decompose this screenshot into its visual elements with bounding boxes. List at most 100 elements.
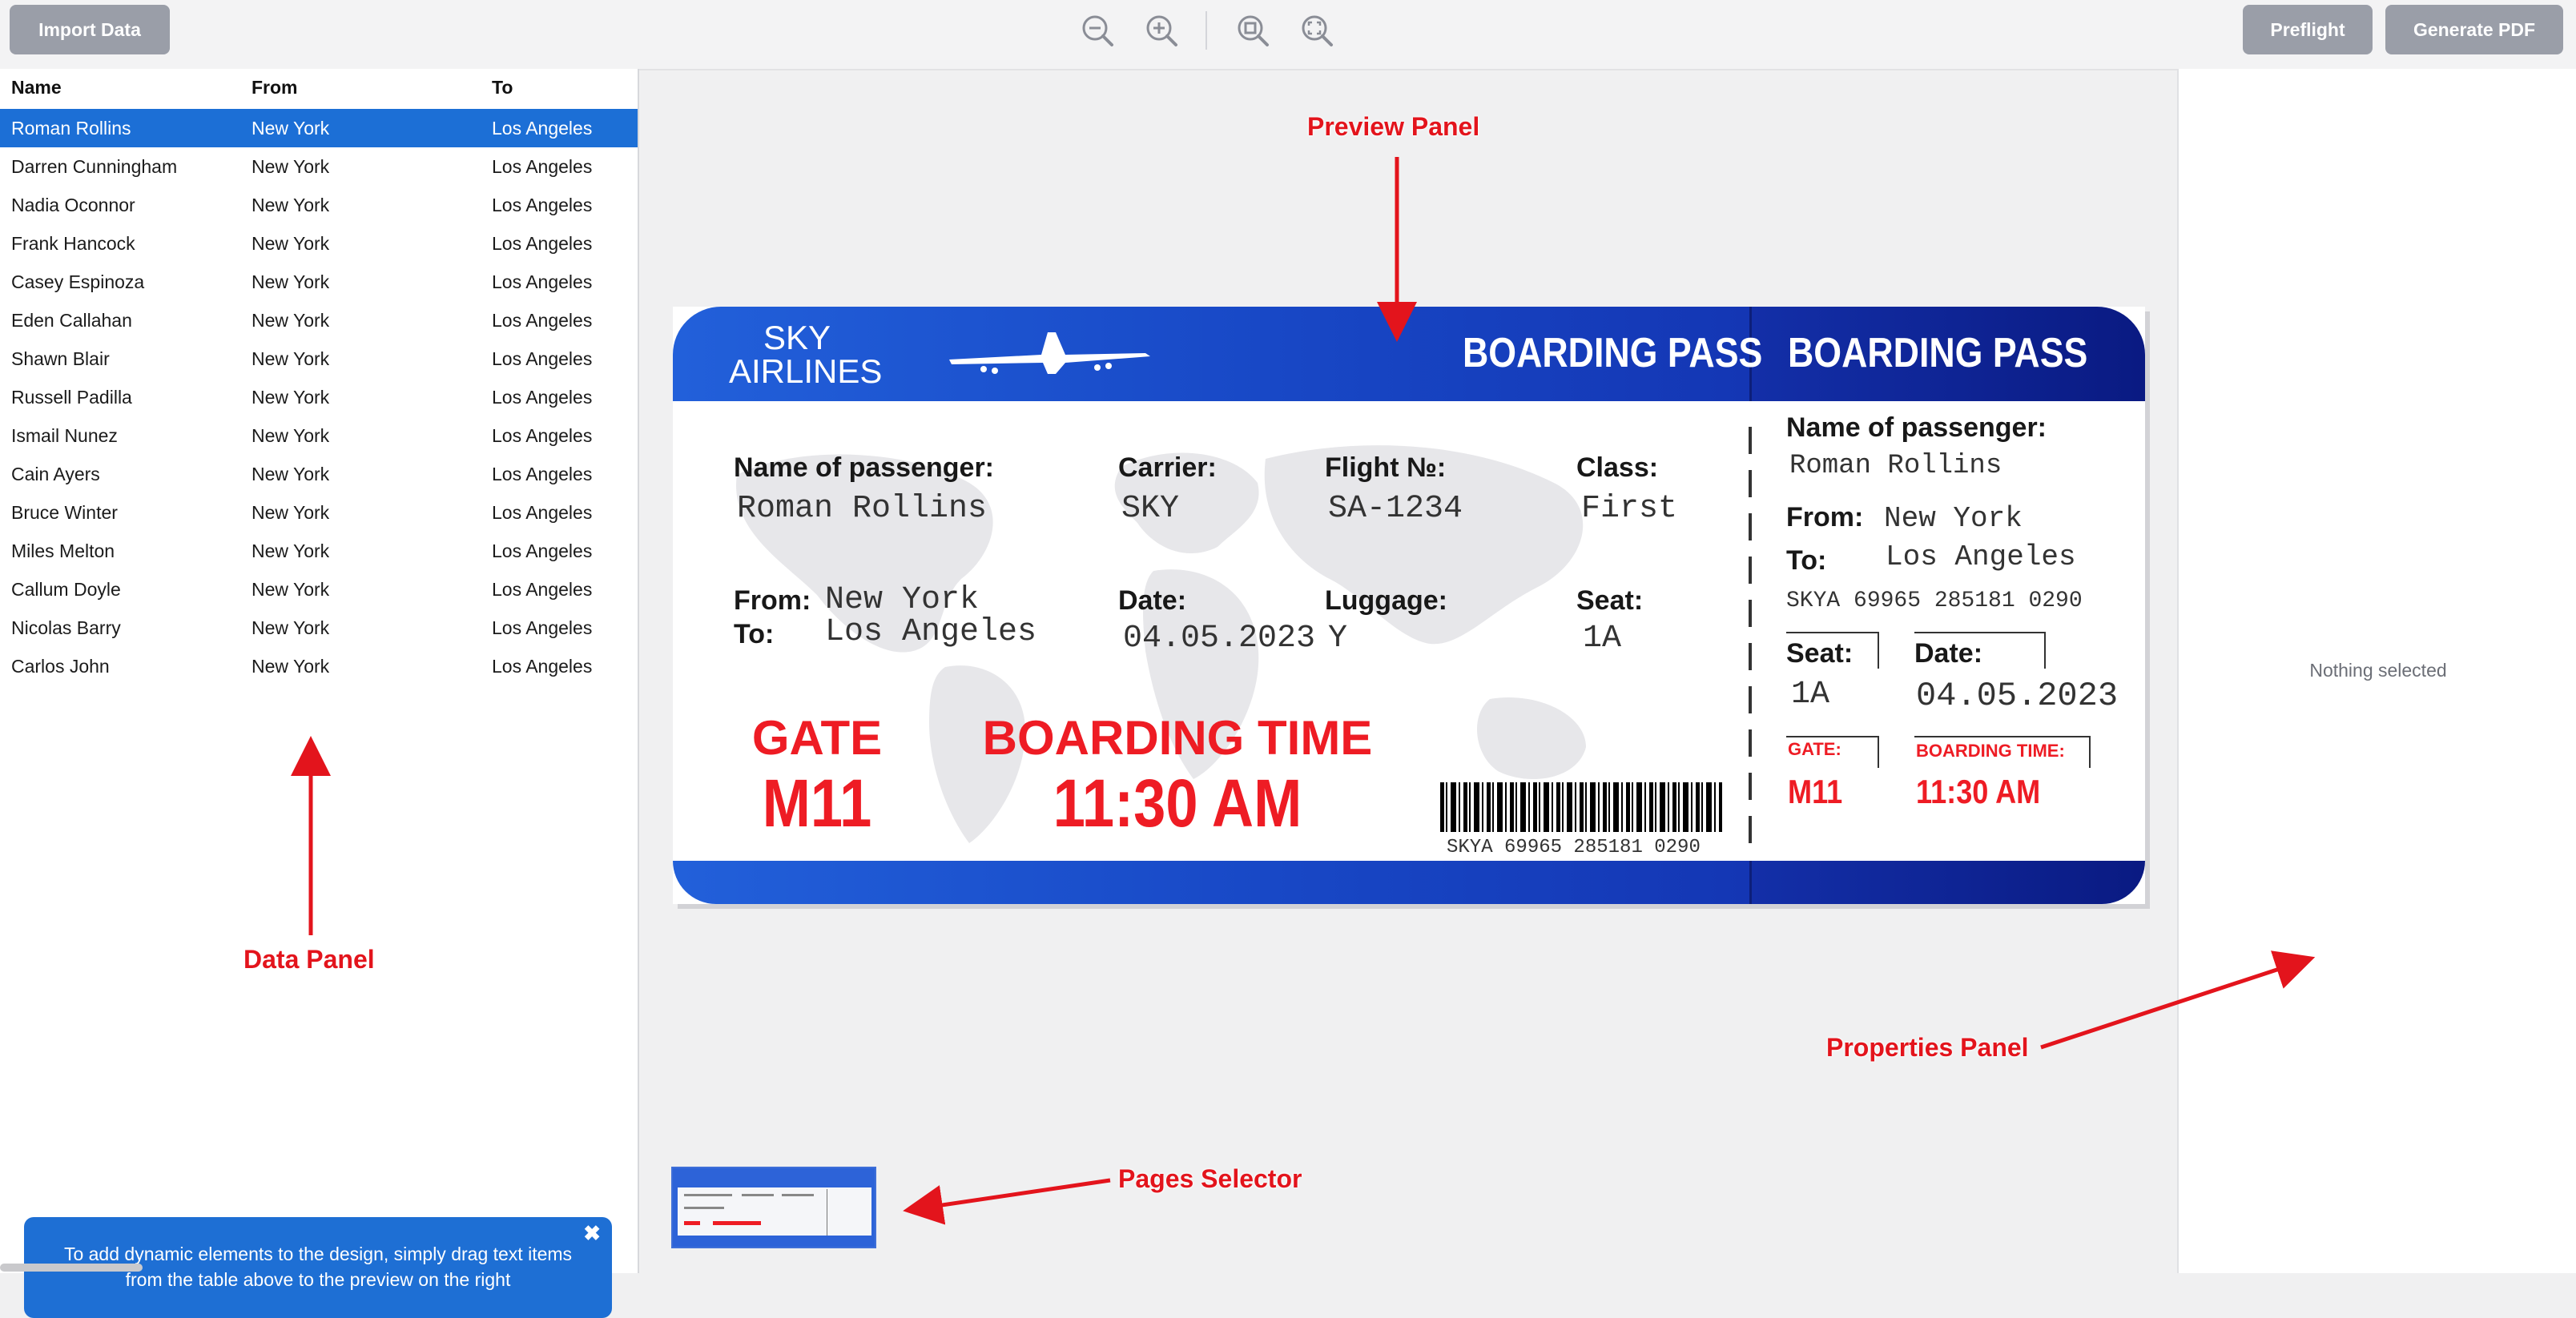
cell-name[interactable]: Nicolas Barry xyxy=(11,617,121,639)
cell-to[interactable]: Los Angeles xyxy=(492,617,592,639)
cell-from[interactable]: New York xyxy=(252,233,329,255)
cell-to[interactable]: Los Angeles xyxy=(492,195,592,216)
cell-to[interactable]: Los Angeles xyxy=(492,425,592,447)
table-row[interactable]: Darren Cunningham New York Los Angeles xyxy=(0,147,638,186)
table-row[interactable]: Callum Doyle New York Los Angeles xyxy=(0,570,638,609)
cell-to[interactable]: Los Angeles xyxy=(492,540,592,562)
cell-to[interactable]: Los Angeles xyxy=(492,387,592,408)
cell-from[interactable]: New York xyxy=(252,617,329,639)
thumb-line xyxy=(742,1194,774,1196)
table-row[interactable]: Ismail Nunez New York Los Angeles xyxy=(0,416,638,455)
preflight-button[interactable]: Preflight xyxy=(2243,5,2373,54)
date-value[interactable]: 04.05.2023 xyxy=(1123,621,1315,657)
cell-name[interactable]: Frank Hancock xyxy=(11,233,135,255)
cell-name[interactable]: Darren Cunningham xyxy=(11,156,177,178)
stub-from-value[interactable]: New York xyxy=(1884,502,2023,535)
close-icon[interactable]: ✖ xyxy=(583,1220,601,1246)
cell-name[interactable]: Nadia Oconnor xyxy=(11,195,135,216)
class-value[interactable]: First xyxy=(1581,491,1677,527)
stub-seat-value[interactable]: 1A xyxy=(1791,677,1829,713)
cell-name[interactable]: Ismail Nunez xyxy=(11,425,118,447)
column-header-to[interactable]: To xyxy=(492,77,513,98)
cell-to[interactable]: Los Angeles xyxy=(492,656,592,677)
cell-from[interactable]: New York xyxy=(252,464,329,485)
cell-to[interactable]: Los Angeles xyxy=(492,579,592,601)
stub-date-value[interactable]: 04.05.2023 xyxy=(1916,677,2118,715)
column-header-from[interactable]: From xyxy=(252,77,298,98)
cell-to[interactable]: Los Angeles xyxy=(492,502,592,524)
stub-to-label: To: xyxy=(1786,545,1827,576)
cell-from[interactable]: New York xyxy=(252,425,329,447)
table-row[interactable]: Carlos John New York Los Angeles xyxy=(0,647,638,685)
cell-to[interactable]: Los Angeles xyxy=(492,348,592,370)
cell-from[interactable]: New York xyxy=(252,387,329,408)
cell-name[interactable]: Carlos John xyxy=(11,656,110,677)
page-thumbnail[interactable] xyxy=(671,1167,876,1248)
cell-from[interactable]: New York xyxy=(252,579,329,601)
zoom-out-icon[interactable] xyxy=(1080,13,1115,48)
cell-from[interactable]: New York xyxy=(252,656,329,677)
cell-from[interactable]: New York xyxy=(252,348,329,370)
cell-to[interactable]: Los Angeles xyxy=(492,118,592,139)
cell-from[interactable]: New York xyxy=(252,195,329,216)
thumb-line xyxy=(782,1194,814,1196)
table-row[interactable]: Miles Melton New York Los Angeles xyxy=(0,532,638,570)
cell-name[interactable]: Roman Rollins xyxy=(11,118,131,139)
table-row[interactable]: Casey Espinoza New York Los Angeles xyxy=(0,263,638,301)
carrier-value[interactable]: SKY xyxy=(1121,491,1179,527)
cell-from[interactable]: New York xyxy=(252,502,329,524)
cell-name[interactable]: Casey Espinoza xyxy=(11,271,144,293)
to-label: To: xyxy=(734,619,775,649)
cell-from[interactable]: New York xyxy=(252,540,329,562)
annotation-pages-selector: Pages Selector xyxy=(1118,1164,1302,1193)
cell-name[interactable]: Shawn Blair xyxy=(11,348,110,370)
cell-from[interactable]: New York xyxy=(252,118,329,139)
table-row[interactable]: Eden Callahan New York Los Angeles xyxy=(0,301,638,340)
table-row[interactable]: Shawn Blair New York Los Angeles xyxy=(0,340,638,378)
table-row[interactable]: Roman Rollins New York Los Angeles xyxy=(0,109,638,147)
zoom-fit-icon[interactable] xyxy=(1235,13,1270,48)
boarding-time-value[interactable]: 11:30 AM xyxy=(992,765,1363,842)
cell-to[interactable]: Los Angeles xyxy=(492,271,592,293)
table-row[interactable]: Bruce Winter New York Los Angeles xyxy=(0,493,638,532)
cell-name[interactable]: Bruce Winter xyxy=(11,502,118,524)
table-row[interactable]: Russell Padilla New York Los Angeles xyxy=(0,378,638,416)
stub-boarding-value[interactable]: 11:30 AM xyxy=(1916,773,2040,811)
table-row[interactable]: Frank Hancock New York Los Angeles xyxy=(0,224,638,263)
cell-name[interactable]: Eden Callahan xyxy=(11,310,132,332)
generate-pdf-button[interactable]: Generate PDF xyxy=(2385,5,2563,54)
flight-value[interactable]: SA-1234 xyxy=(1328,491,1463,527)
import-data-button[interactable]: Import Data xyxy=(10,5,170,54)
gate-value[interactable]: M11 xyxy=(741,765,892,842)
table-row[interactable]: Nadia Oconnor New York Los Angeles xyxy=(0,186,638,224)
table-row[interactable]: Nicolas Barry New York Los Angeles xyxy=(0,609,638,647)
cell-to[interactable]: Los Angeles xyxy=(492,233,592,255)
seat-value[interactable]: 1A xyxy=(1583,621,1621,657)
cell-to[interactable]: Los Angeles xyxy=(492,310,592,332)
from-value[interactable]: New York xyxy=(825,582,979,618)
barcode[interactable] xyxy=(1440,782,1722,832)
zoom-reset-icon[interactable] xyxy=(1299,13,1334,48)
horizontal-scrollbar[interactable] xyxy=(0,1264,143,1272)
luggage-value[interactable]: Y xyxy=(1328,621,1347,657)
cell-name[interactable]: Miles Melton xyxy=(11,540,115,562)
passenger-label: Name of passenger: xyxy=(734,452,994,483)
cell-name[interactable]: Russell Padilla xyxy=(11,387,132,408)
stub-passenger-value[interactable]: Roman Rollins xyxy=(1789,451,2002,481)
stub-to-value[interactable]: Los Angeles xyxy=(1886,540,2076,573)
cell-from[interactable]: New York xyxy=(252,156,329,178)
footer-divider xyxy=(1749,861,1752,904)
column-header-name[interactable]: Name xyxy=(11,77,62,98)
cell-to[interactable]: Los Angeles xyxy=(492,156,592,178)
cell-name[interactable]: Cain Ayers xyxy=(11,464,100,485)
boarding-pass-preview[interactable]: SKY AIRLINES BOARDING PASS BOARDING PASS… xyxy=(673,307,2145,904)
cell-name[interactable]: Callum Doyle xyxy=(11,579,121,601)
cell-to[interactable]: Los Angeles xyxy=(492,464,592,485)
zoom-in-icon[interactable] xyxy=(1144,13,1179,48)
table-row[interactable]: Cain Ayers New York Los Angeles xyxy=(0,455,638,493)
stub-gate-value[interactable]: M11 xyxy=(1788,773,1842,811)
cell-from[interactable]: New York xyxy=(252,310,329,332)
passenger-value[interactable]: Roman Rollins xyxy=(737,491,987,527)
cell-from[interactable]: New York xyxy=(252,271,329,293)
to-value[interactable]: Los Angeles xyxy=(825,614,1036,650)
